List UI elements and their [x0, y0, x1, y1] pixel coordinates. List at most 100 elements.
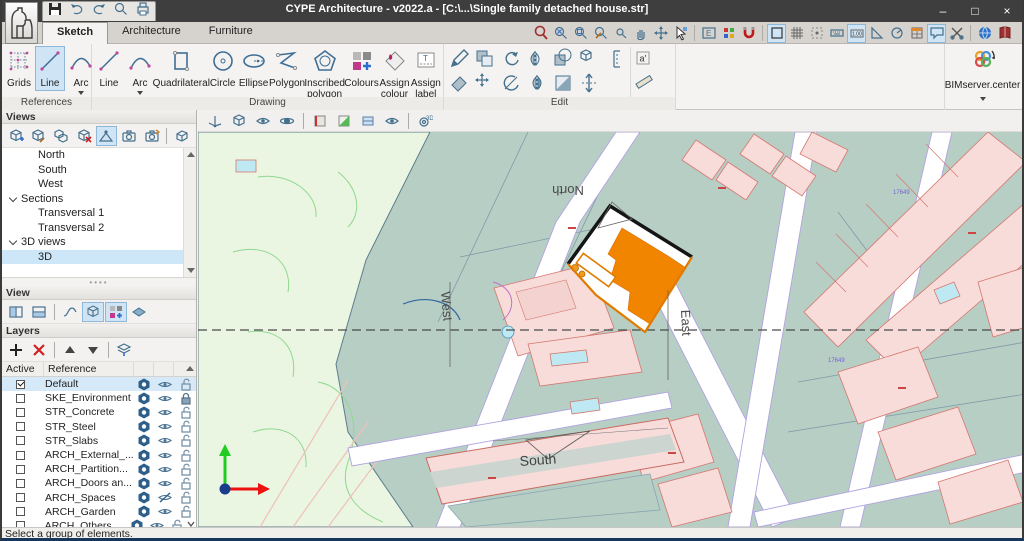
app-logo[interactable]: [5, 2, 38, 44]
layer-visible-icon[interactable]: [154, 433, 175, 448]
tab-furniture[interactable]: Furniture: [195, 22, 267, 44]
restore-view-icon[interactable]: [141, 126, 163, 146]
delete-layer-icon[interactable]: [28, 340, 50, 360]
move-view-icon[interactable]: [651, 24, 670, 43]
duplicate-view-icon[interactable]: [50, 126, 72, 146]
qat-undo-icon[interactable]: [69, 1, 85, 22]
qat-redo-icon[interactable]: [91, 1, 107, 22]
textA-tool-button[interactable]: a′: [635, 49, 653, 67]
3d-settings-icon[interactable]: 3D: [414, 111, 436, 131]
snap-magnet-icon[interactable]: [739, 24, 758, 43]
green-plane-icon[interactable]: [333, 111, 355, 131]
dropdown-arrow-icon[interactable]: [78, 91, 84, 95]
box3d-tool-button[interactable]: [576, 47, 602, 71]
assign-colour-button[interactable]: Assign colour: [379, 46, 410, 102]
qat-save-icon[interactable]: [47, 1, 63, 22]
layer-row-ske-environment[interactable]: SKE_Environment: [2, 391, 196, 405]
visibility-icon[interactable]: [381, 111, 403, 131]
invert-tool-button[interactable]: [550, 71, 576, 95]
layer-visible-icon[interactable]: [154, 377, 175, 392]
tables-icon[interactable]: [907, 24, 926, 43]
layer-visible-icon[interactable]: [154, 405, 175, 420]
map-viewport[interactable]: 17649 17649 North West East South: [197, 131, 1022, 528]
view-tree-item-transversal-1[interactable]: Transversal 1: [2, 206, 196, 221]
dimension-scale-icon[interactable]: 1.00: [847, 23, 866, 43]
colours-button[interactable]: Colours: [344, 46, 379, 91]
layer-active-checkbox[interactable]: [16, 464, 25, 474]
layer-row-arch-doors-an-[interactable]: ARCH_Doors an...: [2, 476, 196, 490]
close-button[interactable]: ×: [998, 4, 1016, 18]
section-box-icon[interactable]: [309, 111, 331, 131]
layer-unlocked-icon[interactable]: [175, 476, 196, 491]
view-tree-item-sections[interactable]: Sections: [2, 192, 196, 207]
colour-view-icon[interactable]: [105, 301, 127, 322]
panel-splitter[interactable]: ••••: [2, 278, 196, 287]
3d-view-icon[interactable]: [171, 126, 193, 146]
clip-plane-icon[interactable]: [357, 111, 379, 131]
axes-icon[interactable]: [204, 111, 226, 131]
chevron-down-icon[interactable]: [8, 193, 18, 202]
inscribed-polygon-button[interactable]: Inscribed polygon: [304, 46, 345, 102]
keyboard-entry-icon[interactable]: [827, 24, 846, 43]
selection-box-icon[interactable]: [767, 23, 786, 43]
layer-visible-icon[interactable]: [154, 462, 175, 477]
maximize-button[interactable]: □: [966, 4, 984, 18]
capture-view-icon[interactable]: [118, 126, 140, 146]
qat-print-icon[interactable]: [135, 1, 151, 22]
layer-unlocked-icon[interactable]: [175, 419, 196, 434]
select-view-icon[interactable]: [671, 24, 690, 43]
layer-groups-icon[interactable]: [113, 340, 135, 360]
layer-visible-icon[interactable]: [154, 391, 175, 406]
grid-toggle-icon[interactable]: [787, 24, 806, 43]
view-tree-item-transversal-2[interactable]: Transversal 2: [2, 221, 196, 236]
mirror-tool-button[interactable]: [524, 47, 550, 71]
solid-view-icon[interactable]: [82, 301, 104, 322]
layers-scroll-up-icon[interactable]: [186, 366, 194, 371]
layer-group-icon[interactable]: [133, 433, 154, 448]
web-icon[interactable]: [975, 24, 994, 43]
split-horizontal-icon[interactable]: [5, 302, 27, 322]
intersect-tool-button[interactable]: [550, 47, 576, 71]
help-book-icon[interactable]: [995, 24, 1014, 43]
layer-unlocked-icon[interactable]: [175, 377, 196, 392]
ortho-icon[interactable]: [867, 24, 886, 43]
move-layer-up-icon[interactable]: [59, 340, 81, 360]
layer-active-checkbox[interactable]: [16, 379, 25, 389]
split-vertical-icon[interactable]: [28, 302, 50, 322]
view-tree-item-3d-views[interactable]: 3D views: [2, 235, 196, 250]
bimserver-button[interactable]: BIMserver.center: [944, 44, 1020, 110]
pencil-tool-button[interactable]: [446, 47, 472, 71]
rotate-tool-button[interactable]: [498, 47, 524, 71]
line-button[interactable]: Line: [35, 46, 65, 91]
layer-row-str-slabs[interactable]: STR_Slabs: [2, 434, 196, 448]
layer-unlocked-icon[interactable]: [175, 433, 196, 448]
layer-active-checkbox[interactable]: [16, 478, 25, 488]
layer-unlocked-icon[interactable]: [175, 462, 196, 477]
view-tree-item-north[interactable]: North: [2, 148, 196, 163]
eraser-tool-button[interactable]: [446, 71, 472, 95]
export-icon[interactable]: E: [699, 24, 718, 43]
layer-locked-icon[interactable]: [175, 391, 196, 406]
layer-hidden-icon[interactable]: [154, 490, 175, 505]
layer-active-checkbox[interactable]: [16, 407, 25, 417]
add-view-icon[interactable]: [5, 126, 27, 146]
assign-label-button[interactable]: T Assign label: [411, 46, 441, 102]
add-layer-icon[interactable]: [5, 340, 27, 360]
layer-visible-icon[interactable]: [154, 476, 175, 491]
mirrorCopy-tool-button[interactable]: [524, 71, 550, 95]
pixel-view-icon[interactable]: [719, 24, 738, 43]
grids-button[interactable]: Grids: [4, 46, 34, 91]
pan-icon[interactable]: [631, 24, 650, 43]
measure-tool-button[interactable]: [635, 71, 653, 89]
stretch-tool-button[interactable]: [576, 71, 602, 95]
delete-view-icon[interactable]: [73, 126, 95, 146]
layer-active-checkbox[interactable]: [16, 493, 25, 503]
layer-unlocked-icon[interactable]: [175, 504, 196, 519]
layer-row-arch-partition-[interactable]: ARCH_Partition...: [2, 462, 196, 476]
snap-point-icon[interactable]: [807, 24, 826, 43]
gimbal-icon[interactable]: [276, 111, 298, 131]
layer-group-icon[interactable]: [133, 448, 154, 463]
layer-visible-icon[interactable]: [154, 448, 175, 463]
move4-tool-button[interactable]: [472, 71, 498, 95]
dropdown-arrow-icon[interactable]: [137, 91, 143, 95]
